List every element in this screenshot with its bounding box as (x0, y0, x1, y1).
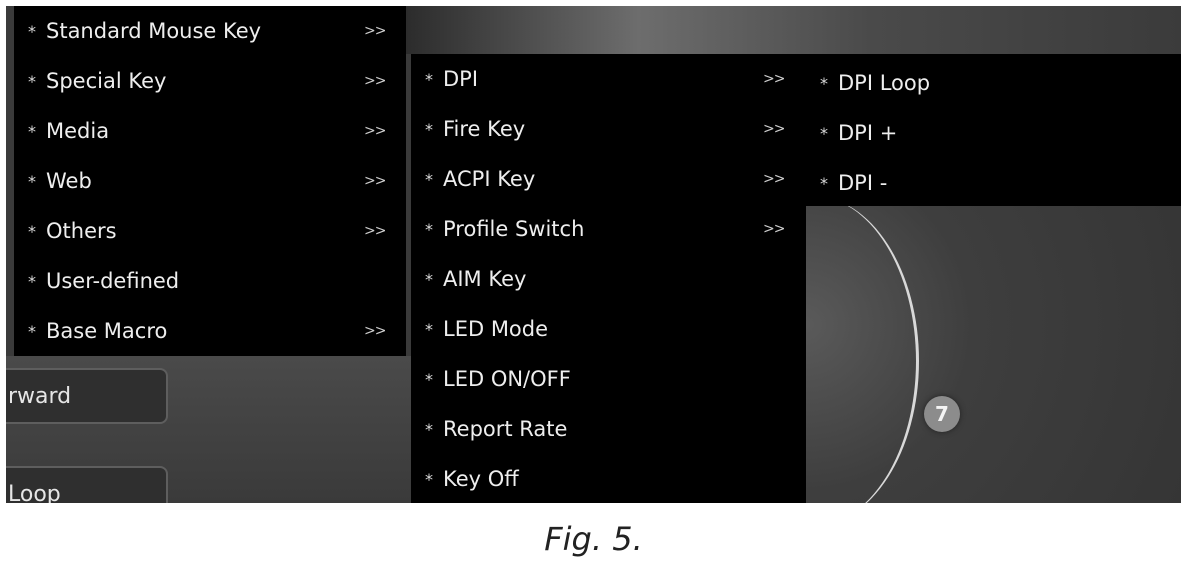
bullet: * (28, 321, 36, 341)
bullet: * (425, 119, 433, 139)
mouse-software-screenshot: rward Loop 7 * Standard Mouse Key >> * S… (6, 6, 1181, 503)
bullet: * (28, 171, 36, 191)
submenu-arrow-icon: >> (763, 171, 785, 187)
bullet: * (425, 169, 433, 189)
menu-item-label: ACPI Key (443, 167, 536, 191)
menu-item-label: Standard Mouse Key (46, 19, 262, 43)
mouse-image-top (406, 6, 1181, 54)
menu-item-label: AIM Key (443, 267, 527, 291)
bullet: * (820, 123, 828, 143)
menu-item-web[interactable]: * Web >> (14, 156, 406, 206)
menu-item-label: Base Macro (46, 319, 168, 343)
context-menu-level-3: * DPI Loop * DPI + * DPI - (806, 54, 1181, 206)
bullet: * (425, 269, 433, 289)
submenu-arrow-icon: >> (763, 71, 785, 87)
bullet: * (28, 71, 36, 91)
menu-item-label: DPI (443, 67, 479, 91)
submenu-arrow-icon: >> (364, 173, 386, 189)
menu-item-standard-mouse-key[interactable]: * Standard Mouse Key >> (14, 6, 406, 56)
submenu-arrow-icon: >> (364, 223, 386, 239)
menu-item-dpi[interactable]: * DPI >> (411, 54, 806, 104)
bullet: * (425, 69, 433, 89)
menu-item-media[interactable]: * Media >> (14, 106, 406, 156)
menu-item-report-rate[interactable]: * Report Rate (411, 404, 806, 454)
menu-item-label: Profile Switch (443, 217, 585, 241)
menu-item-label: Fire Key (443, 117, 526, 141)
submenu-arrow-icon: >> (763, 221, 785, 237)
menu-item-led-mode[interactable]: * LED Mode (411, 304, 806, 354)
menu-item-fire-key[interactable]: * Fire Key >> (411, 104, 806, 154)
bullet: * (28, 271, 36, 291)
field-value: Loop (8, 481, 61, 504)
bullet: * (820, 73, 828, 93)
menu-item-label: Special Key (46, 69, 167, 93)
menu-item-key-off[interactable]: * Key Off (411, 454, 806, 503)
menu-item-others[interactable]: * Others >> (14, 206, 406, 256)
button-assignment-field-forward[interactable]: rward (6, 368, 168, 424)
menu-item-label: Key Off (443, 467, 519, 491)
submenu-arrow-icon: >> (364, 23, 386, 39)
bullet: * (425, 319, 433, 339)
menu-item-label: LED Mode (443, 317, 549, 341)
bullet: * (425, 469, 433, 489)
bullet: * (425, 419, 433, 439)
menu-item-acpi-key[interactable]: * ACPI Key >> (411, 154, 806, 204)
menu-item-label: User-defined (46, 269, 180, 293)
bullet: * (425, 369, 433, 389)
bullet: * (28, 121, 36, 141)
menu-item-aim-key[interactable]: * AIM Key (411, 254, 806, 304)
menu-item-label: DPI + (838, 121, 898, 145)
menu-item-led-on-off[interactable]: * LED ON/OFF (411, 354, 806, 404)
menu-item-label: Report Rate (443, 417, 568, 441)
menu-item-label: Media (46, 119, 110, 143)
menu-item-label: Web (46, 169, 92, 193)
menu-item-dpi-plus[interactable]: * DPI + (806, 108, 1181, 158)
button-number-badge[interactable]: 7 (924, 396, 960, 432)
submenu-arrow-icon: >> (364, 123, 386, 139)
menu-item-label: DPI Loop (838, 71, 931, 95)
submenu-arrow-icon: >> (364, 323, 386, 339)
menu-item-profile-switch[interactable]: * Profile Switch >> (411, 204, 806, 254)
menu-item-user-defined[interactable]: * User-defined (14, 256, 406, 306)
submenu-arrow-icon: >> (364, 73, 386, 89)
submenu-arrow-icon: >> (763, 121, 785, 137)
menu-item-special-key[interactable]: * Special Key >> (14, 56, 406, 106)
menu-item-label: DPI - (838, 171, 888, 195)
button-assignment-field-dpi-loop[interactable]: Loop (6, 466, 168, 503)
menu-item-dpi-minus[interactable]: * DPI - (806, 158, 1181, 208)
menu-item-dpi-loop[interactable]: * DPI Loop (806, 58, 1181, 108)
menu-item-base-macro[interactable]: * Base Macro >> (14, 306, 406, 356)
bullet: * (820, 173, 828, 193)
menu-item-label: Others (46, 219, 117, 243)
figure-caption: Fig. 5. (544, 520, 643, 558)
bullet: * (425, 219, 433, 239)
context-menu-level-2: * DPI >> * Fire Key >> * ACPI Key >> * P… (411, 54, 806, 503)
field-value: rward (8, 383, 72, 409)
context-menu-level-1: * Standard Mouse Key >> * Special Key >>… (14, 6, 406, 356)
menu-item-label: LED ON/OFF (443, 367, 571, 391)
bullet: * (28, 21, 36, 41)
bullet: * (28, 221, 36, 241)
